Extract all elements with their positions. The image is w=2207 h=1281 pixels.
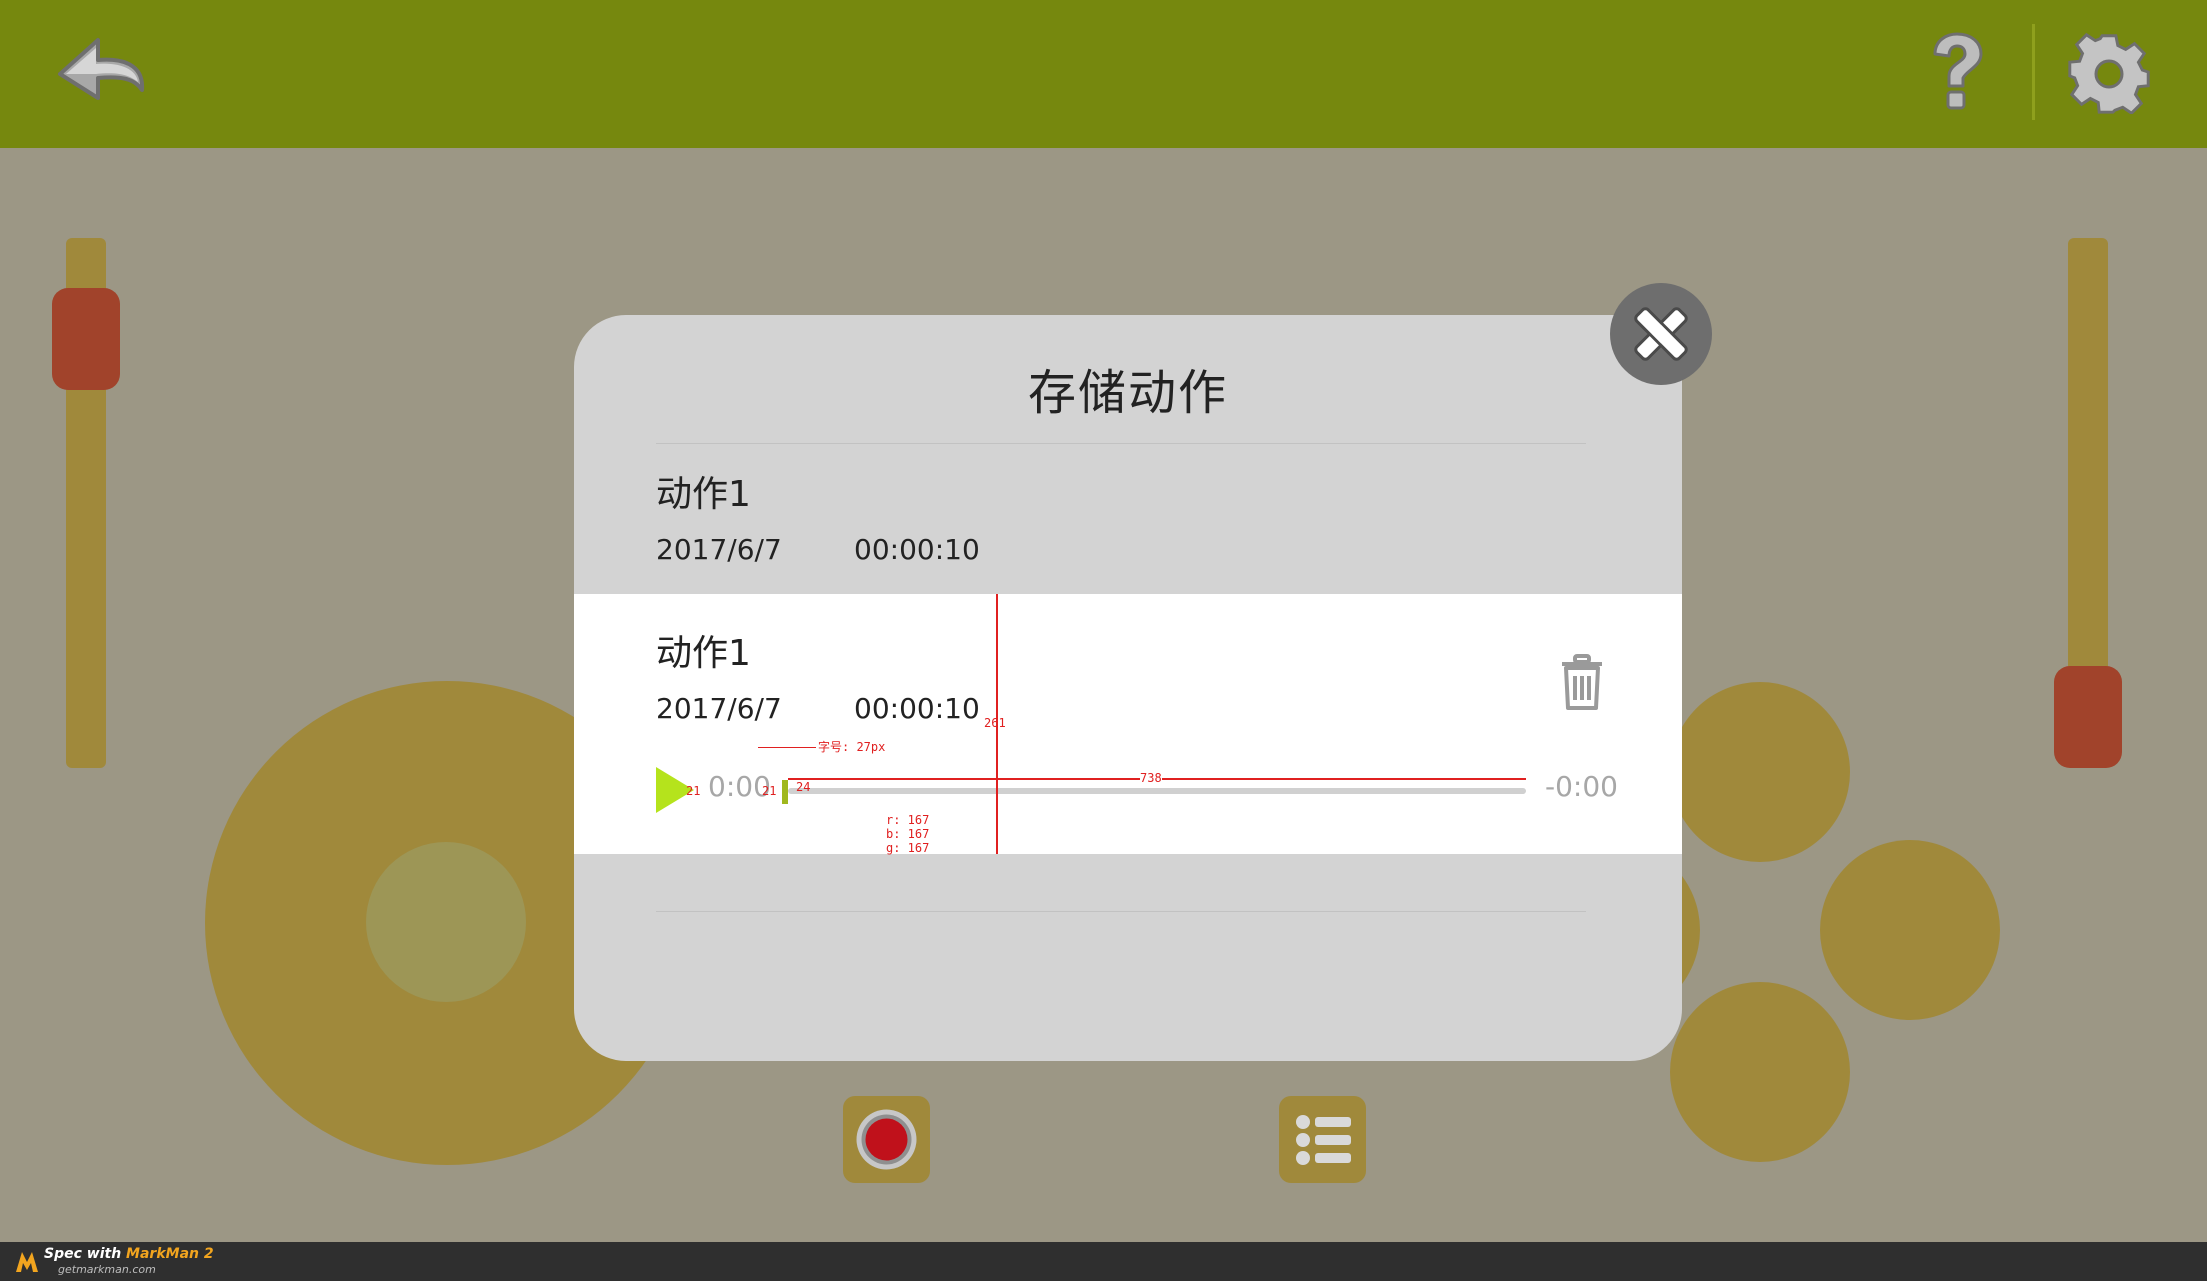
remaining-time: -0:00	[1545, 770, 1618, 803]
progress-handle[interactable]	[782, 780, 788, 804]
title-divider	[656, 443, 1586, 444]
annotation-font-leader	[758, 747, 816, 748]
list-icon	[1296, 1115, 1351, 1165]
action-date: 2017/6/7	[656, 692, 782, 725]
action-name: 动作1	[656, 474, 751, 515]
markman-logo-icon	[16, 1252, 38, 1272]
delete-button[interactable]	[1558, 654, 1606, 712]
action-name: 动作1	[656, 633, 751, 674]
settings-button[interactable]	[2068, 32, 2150, 116]
annotation-font-size: 字号: 27px	[818, 740, 886, 754]
arrow-left-icon	[58, 38, 145, 100]
action-duration: 00:00:10	[854, 692, 980, 725]
back-button[interactable]	[52, 34, 152, 114]
progress-bar[interactable]	[788, 788, 1526, 794]
close-icon	[1634, 307, 1688, 361]
annotation-width-label: 738	[1140, 771, 1162, 785]
action-duration: 00:00:10	[854, 533, 980, 566]
annotation-height-label: 261	[984, 716, 1006, 730]
annotation-color-b: b: 167	[886, 827, 930, 841]
joystick-knob[interactable]	[366, 842, 526, 1002]
record-icon	[856, 1109, 917, 1170]
dialog-title: 存储动作	[1027, 365, 1228, 421]
saved-actions-dialog: 存储动作 动作1 2017/6/7 00:00:10 动作1 2017/6/7 …	[574, 315, 1682, 1061]
action-button-top[interactable]	[1670, 682, 1850, 862]
markman-brand: MarkMan 2	[126, 1246, 214, 1262]
action-list-item-selected[interactable]: 动作1 2017/6/7 00:00:10 0:00 -0:00 261 738…	[574, 594, 1682, 855]
record-button[interactable]	[843, 1096, 930, 1183]
right-slider-knob[interactable]	[2054, 666, 2122, 768]
annotation-gap-mid: 21	[762, 784, 777, 798]
trash-icon	[1562, 654, 1602, 710]
action-date: 2017/6/7	[656, 533, 782, 566]
markman-prefix: Spec with	[44, 1246, 127, 1262]
close-button[interactable]	[1610, 283, 1712, 385]
question-mark-icon	[1933, 32, 1983, 110]
action-button-bottom[interactable]	[1670, 982, 1850, 1162]
markman-credit: Spec with MarkMan 2	[44, 1246, 214, 1262]
annotation-handle-height: 24	[796, 780, 811, 794]
annotation-color-g: g: 167	[886, 841, 930, 855]
markman-footer	[0, 1242, 2207, 1281]
action-button-right[interactable]	[1820, 840, 2000, 1020]
annotation-gap-left: 21	[686, 784, 701, 798]
top-bar	[0, 0, 2207, 148]
markman-url: getmarkman.com	[58, 1263, 156, 1276]
help-button[interactable]	[1925, 32, 1987, 112]
action-list-button[interactable]	[1279, 1096, 1366, 1183]
annotation-color-r: r: 167	[886, 813, 930, 827]
left-slider-knob[interactable]	[52, 288, 120, 390]
list-bottom-divider	[656, 911, 1586, 912]
gear-icon	[2068, 32, 2150, 116]
header-divider	[2032, 24, 2035, 120]
